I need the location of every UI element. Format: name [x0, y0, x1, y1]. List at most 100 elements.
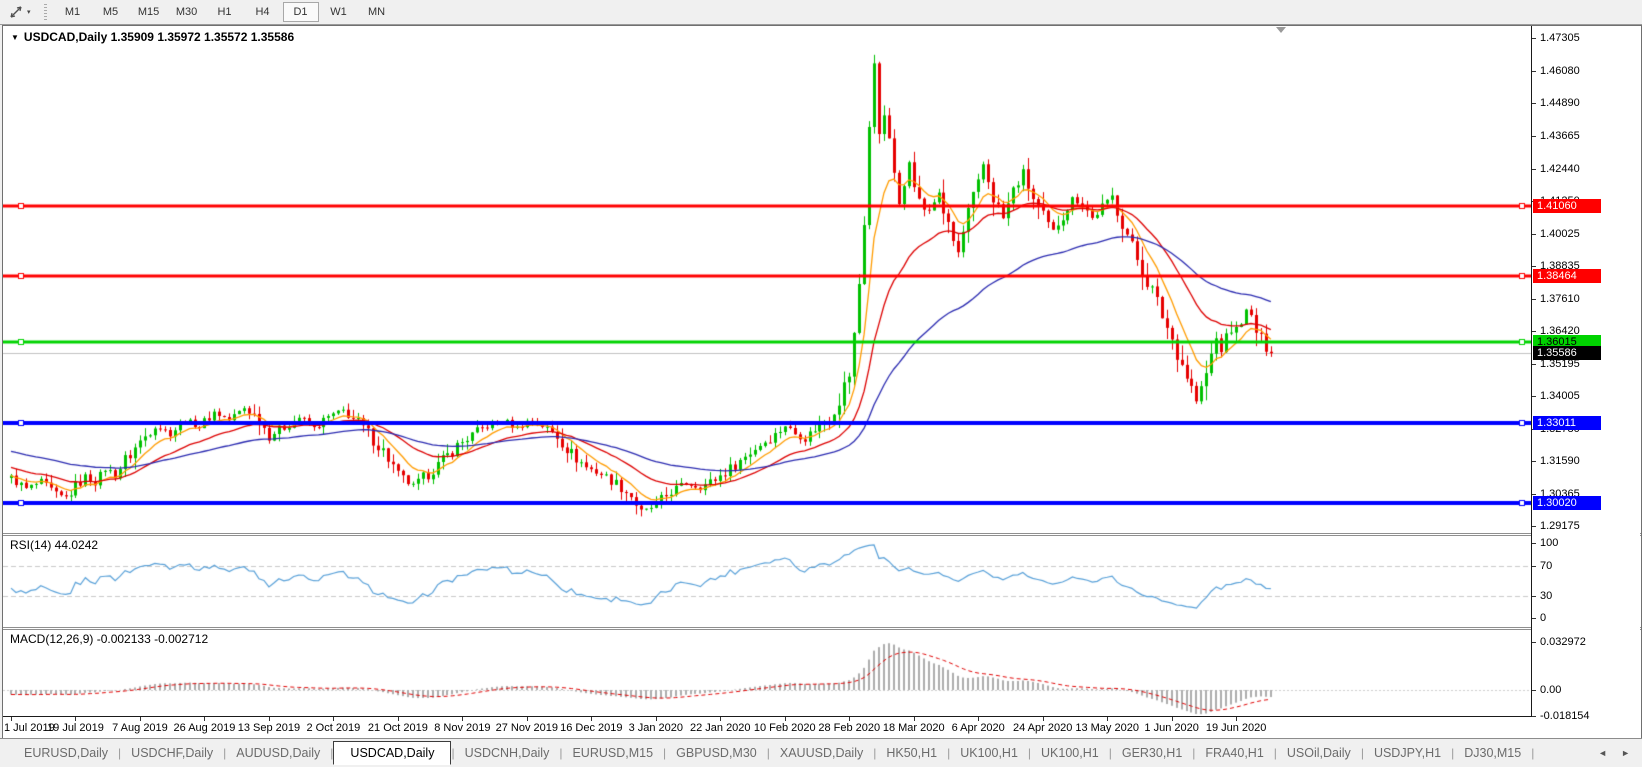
time-axis-label: 13 May 2020 — [1075, 722, 1139, 734]
timeframe-button-m1[interactable]: M1 — [55, 2, 91, 22]
rsi-axis-tick-mark — [1532, 595, 1536, 597]
rsi-axis-tick-mark — [1532, 543, 1536, 544]
time-axis-tick — [1236, 717, 1238, 721]
timeframe-button-w1[interactable]: W1 — [321, 2, 357, 22]
price-axis-tick-mark — [1532, 265, 1536, 267]
price-axis-tick-mark — [1532, 135, 1536, 137]
macd-axis-tick-mark — [1532, 642, 1536, 644]
time-axis-tick — [720, 717, 722, 721]
timeframe-button-d1[interactable]: D1 — [282, 2, 319, 22]
rsi-axis-tick-mark — [1532, 565, 1536, 567]
chart-tab-usdjpy-h1[interactable]: USDJPY,H1 — [1364, 742, 1451, 764]
chart-tab-gbpusd-m30[interactable]: GBPUSD,M30 — [666, 742, 767, 764]
chart-title-text: USDCAD,Daily 1.35909 1.35972 1.35572 1.3… — [23, 30, 295, 44]
time-axis-tick — [333, 717, 335, 721]
price-chart-canvas[interactable] — [3, 26, 1531, 533]
price-axis-tick-label: 1.29175 — [1540, 519, 1580, 532]
chart-tab-usdchf-daily[interactable]: USDCHF,Daily — [121, 742, 223, 764]
price-line-label-1-33011[interactable]: 1.33011 — [1533, 415, 1601, 430]
macd-axis-tick-mark — [1532, 716, 1536, 718]
price-line-label-1-30020[interactable]: 1.30020 — [1533, 495, 1601, 510]
pointer-tool-button[interactable]: ▾ — [5, 2, 34, 22]
timeframe-button-m15[interactable]: M15 — [131, 2, 167, 22]
top-toolbar: ▾ M1 M5 M15 M30 H1 H4 D1 W1 MN — [0, 0, 1642, 25]
time-axis-tick — [655, 717, 657, 721]
time-axis[interactable]: 1 Jul 2019 19 Jul 2019 7 Aug 2019 26 Aug 20… — [3, 716, 1531, 737]
chart-tab-bar: EURUSD,Daily | USDCHF,Daily | AUDUSD,Daily | U… — [0, 738, 1642, 766]
time-axis-tick — [139, 717, 141, 721]
price-line-label-1-41060[interactable]: 1.41060 — [1533, 198, 1601, 213]
price-axis-tick-label: 1.47305 — [1540, 32, 1580, 44]
macd-axis-tick-label: -0.018154 — [1540, 710, 1590, 723]
timeframe-button-h1[interactable]: H1 — [207, 2, 243, 22]
time-axis-label: 10 Feb 2020 — [753, 722, 816, 734]
price-axis-tick-mark — [1532, 38, 1536, 39]
time-axis-label: 3 Jan 2020 — [628, 722, 684, 734]
macd-axis-tick-mark — [1532, 690, 1536, 691]
time-axis-tick — [526, 717, 528, 721]
price-axis-tick-label: 1.43665 — [1540, 129, 1580, 142]
price-axis-tick-mark — [1532, 493, 1536, 495]
price-axis-tick-mark — [1532, 233, 1536, 235]
chart-tab-ger30-h1[interactable]: GER30,H1 — [1112, 742, 1192, 764]
chart-tab-hk50-h1[interactable]: HK50,H1 — [876, 742, 947, 764]
price-axis-tick-mark — [1532, 460, 1536, 462]
chart-tab-dj30-m15[interactable]: DJ30,M15 — [1454, 742, 1531, 764]
price-axis-tick-mark — [1532, 330, 1536, 332]
tab-scroll-buttons: ◄ ► — [1598, 739, 1630, 767]
rsi-label: RSI(14) 44.0242 — [10, 538, 99, 552]
symbol-dropdown-icon[interactable]: ▼ — [11, 33, 19, 42]
time-axis-label: 21 Oct 2019 — [367, 722, 428, 734]
tab-scroll-right-icon[interactable]: ► — [1621, 748, 1630, 758]
time-axis-label: 2 Oct 2019 — [306, 722, 361, 734]
time-axis-label: 26 Aug 2019 — [173, 722, 236, 734]
price-line-label-1-38464[interactable]: 1.38464 — [1533, 268, 1601, 283]
time-axis-tick — [591, 717, 593, 721]
macd-canvas[interactable] — [3, 630, 1531, 716]
chart-tab-fra40-h1[interactable]: FRA40,H1 — [1195, 742, 1273, 764]
chart-window: ▼ USDCAD,Daily 1.35909 1.35972 1.35572 1… — [2, 25, 1642, 739]
price-axis-tick-mark — [1532, 298, 1536, 300]
time-axis-label: 19 Jun 2020 — [1205, 722, 1267, 734]
pointer-tool-icon — [10, 6, 22, 18]
timeframe-buttons: M1 M5 M15 M30 H1 H4 D1 W1 MN — [55, 2, 397, 22]
price-axis-tick-label: 1.37610 — [1540, 292, 1580, 305]
chart-tab-eurusd-m15[interactable]: EURUSD,M15 — [562, 742, 663, 764]
price-axis[interactable]: 1.473051.460801.448901.436651.424401.412… — [1531, 26, 1640, 722]
time-axis-label: 22 Jan 2020 — [689, 722, 751, 734]
rsi-canvas[interactable] — [3, 536, 1531, 627]
time-axis-label: 24 Apr 2020 — [1013, 722, 1073, 734]
chart-tab-uk100-h1[interactable]: UK100,H1 — [1031, 742, 1109, 764]
timeframe-button-m30[interactable]: M30 — [169, 2, 205, 22]
time-axis-tick — [849, 717, 851, 721]
time-axis-label: 7 Aug 2019 — [112, 722, 168, 734]
macd-label: MACD(12,26,9) -0.002133 -0.002712 — [10, 632, 209, 646]
chart-tab-eurusd-daily[interactable]: EURUSD,Daily — [14, 742, 118, 764]
time-axis-label: 28 Feb 2020 — [818, 722, 881, 734]
timeframe-button-mn[interactable]: MN — [359, 2, 395, 22]
price-axis-tick-label: 1.42440 — [1540, 162, 1580, 175]
chart-tab-usdcad-daily[interactable]: USDCAD,Daily — [333, 740, 452, 765]
chart-tab-audusd-daily[interactable]: AUDUSD,Daily — [226, 742, 330, 764]
chart-tab-uk100-h1[interactable]: UK100,H1 — [950, 742, 1028, 764]
tab-scroll-left-icon[interactable]: ◄ — [1598, 748, 1607, 758]
time-axis-tick — [268, 717, 270, 721]
dropdown-arrow-icon: ▾ — [27, 9, 31, 16]
chart-tab-usoil-daily[interactable]: USOil,Daily — [1277, 742, 1361, 764]
time-axis-tick — [913, 717, 915, 721]
macd-axis-tick-label: 0.00 — [1540, 684, 1562, 696]
time-axis-tick — [784, 717, 786, 721]
chart-title: ▼ USDCAD,Daily 1.35909 1.35972 1.35572 1… — [11, 30, 294, 44]
toolbar-grip[interactable] — [43, 4, 47, 20]
price-axis-tick-label: 1.34005 — [1540, 389, 1580, 402]
chart-shift-marker[interactable] — [1276, 27, 1286, 33]
rsi-axis-tick-mark — [1532, 618, 1536, 619]
price-line-label-1-35586[interactable]: 1.35586 — [1533, 346, 1601, 361]
time-axis-label: 18 Mar 2020 — [882, 722, 945, 734]
price-axis-tick-label: 1.44890 — [1540, 96, 1580, 109]
timeframe-button-m5[interactable]: M5 — [93, 2, 129, 22]
price-axis-tick-mark — [1532, 525, 1536, 527]
timeframe-button-h4[interactable]: H4 — [245, 2, 281, 22]
chart-tab-usdcnh-daily[interactable]: USDCNH,Daily — [455, 742, 560, 764]
chart-tab-xauusd-daily[interactable]: XAUUSD,Daily — [770, 742, 873, 764]
